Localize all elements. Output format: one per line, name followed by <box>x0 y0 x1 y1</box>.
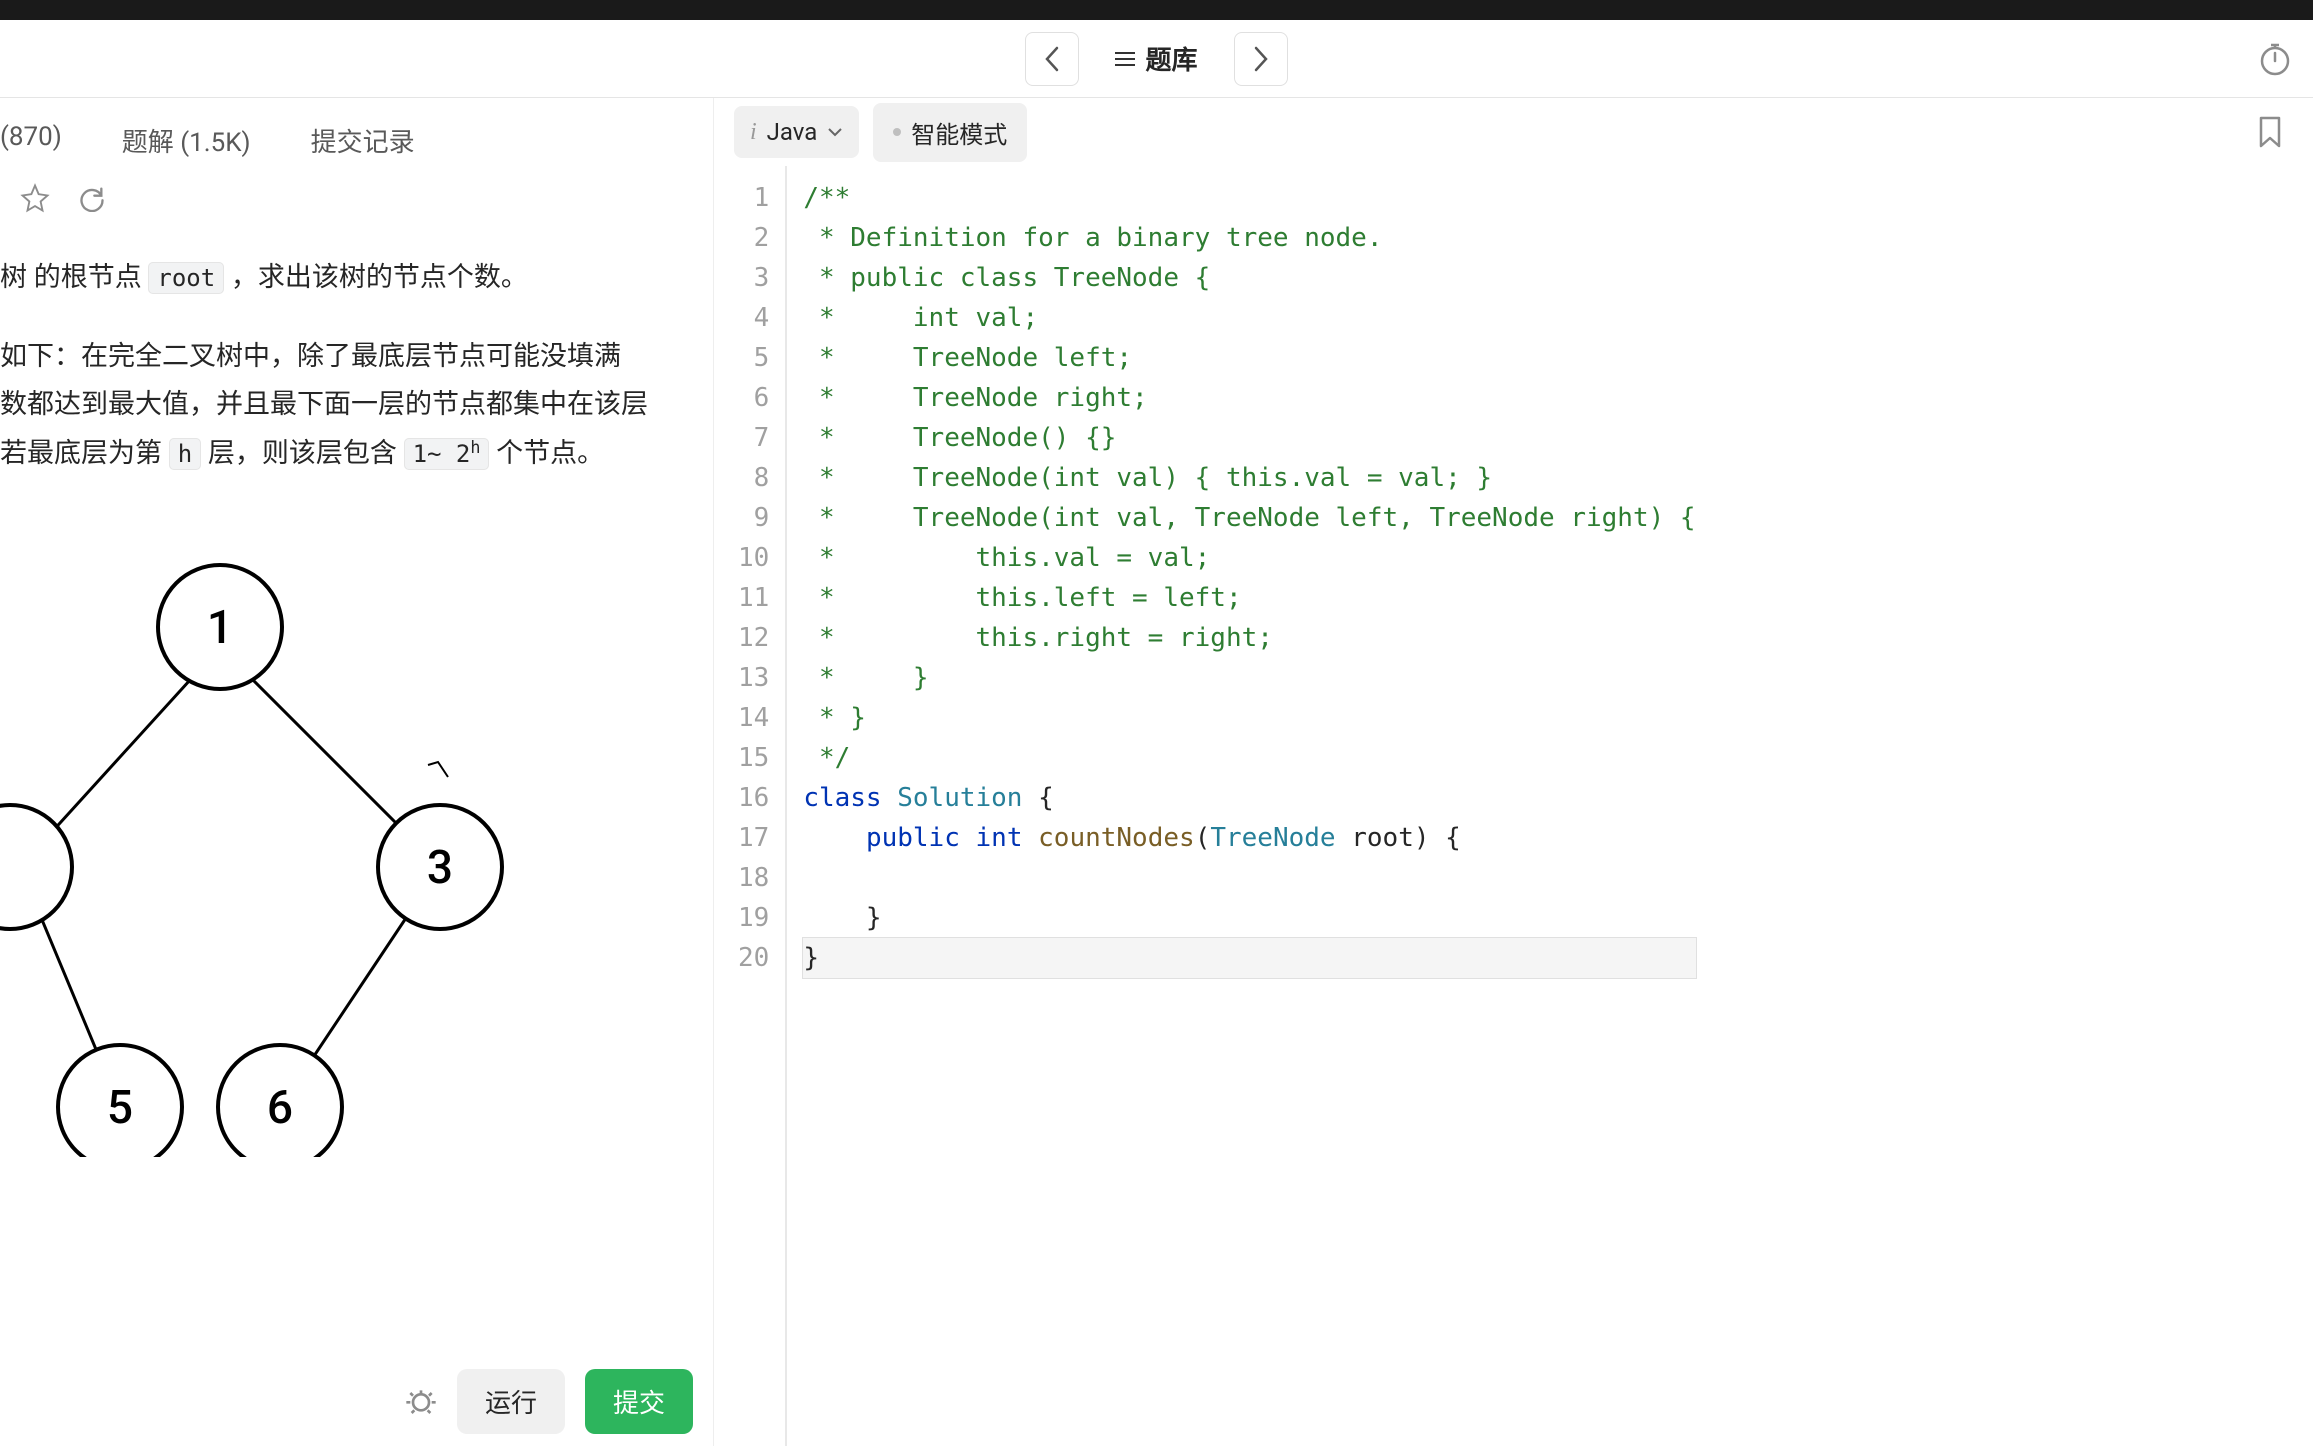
mode-label: 智能模式 <box>911 115 1007 150</box>
code-editor[interactable]: 1234567891011121314151617181920 /** * De… <box>714 166 2313 1446</box>
refresh-icon[interactable] <box>78 184 106 212</box>
svg-text:5: 5 <box>107 1081 133 1135</box>
left-panel: (870) 题解 (1.5K) 提交记录 树 的根节点 root ，求出该树的节… <box>0 98 714 1446</box>
mode-dot-icon <box>893 128 901 136</box>
problem-description: 树 的根节点 root ，求出该树的节点个数。 如下：在完全二叉树中，除了最底层… <box>0 213 713 1446</box>
code-range: 1~ 2h <box>404 438 490 470</box>
desc-line-1: 树 的根节点 root ，求出该树的节点个数。 <box>0 253 693 302</box>
chevron-right-icon <box>1253 46 1269 72</box>
svg-text:1: 1 <box>207 601 233 655</box>
code-root: root <box>148 262 224 294</box>
tab-submissions[interactable]: 提交记录 <box>311 122 415 159</box>
chevron-left-icon <box>1044 46 1060 72</box>
right-panel: i Java 智能模式 1234567891011121314151617181… <box>714 98 2313 1446</box>
editor-toolbar: i Java 智能模式 <box>714 98 2313 166</box>
svg-text:6: 6 <box>267 1081 293 1135</box>
info-icon: i <box>750 119 757 146</box>
debug-icon[interactable] <box>405 1385 437 1417</box>
bookmark-icon[interactable] <box>2257 116 2283 148</box>
star-icon[interactable] <box>20 183 50 213</box>
nav-forward-button[interactable] <box>1234 32 1288 86</box>
menu-icon <box>1115 52 1135 66</box>
run-button[interactable]: 运行 <box>457 1369 565 1434</box>
desc-line-4: 若最底层为第 h 层，则该层包含 1~ 2h 个节点。 <box>0 429 693 478</box>
desc-line-2: 如下：在完全二叉树中，除了最底层节点可能没填满 <box>0 332 693 381</box>
mode-toggle[interactable]: 智能模式 <box>873 103 1027 162</box>
line-gutter: 1234567891011121314151617181920 <box>714 166 787 1446</box>
tabs: (870) 题解 (1.5K) 提交记录 <box>0 98 713 183</box>
code-content[interactable]: /** * Definition for a binary tree node.… <box>787 166 1695 1446</box>
language-label: Java <box>767 118 818 146</box>
code-h: h <box>169 438 201 470</box>
submit-button[interactable]: 提交 <box>585 1369 693 1434</box>
chevron-down-icon <box>827 127 843 137</box>
header-right <box>2257 41 2293 77</box>
tree-diagram: 1 3 5 6 <box>0 537 520 1157</box>
left-footer: 运行 提交 <box>405 1356 693 1446</box>
problem-list-button[interactable]: 题库 <box>1091 28 1221 89</box>
window-chrome <box>0 0 2313 20</box>
language-select[interactable]: i Java <box>734 106 859 158</box>
nav-back-button[interactable] <box>1025 32 1079 86</box>
desc-line-3: 数都达到最大值，并且最下面一层的节点都集中在该层 <box>0 380 693 429</box>
timer-icon[interactable] <box>2257 41 2293 77</box>
header: 题库 <box>0 20 2313 98</box>
center-label: 题库 <box>1145 40 1197 77</box>
tab-comments[interactable]: (870) <box>0 122 62 159</box>
tab-solutions[interactable]: 题解 (1.5K) <box>122 122 251 159</box>
svg-text:3: 3 <box>427 841 453 895</box>
